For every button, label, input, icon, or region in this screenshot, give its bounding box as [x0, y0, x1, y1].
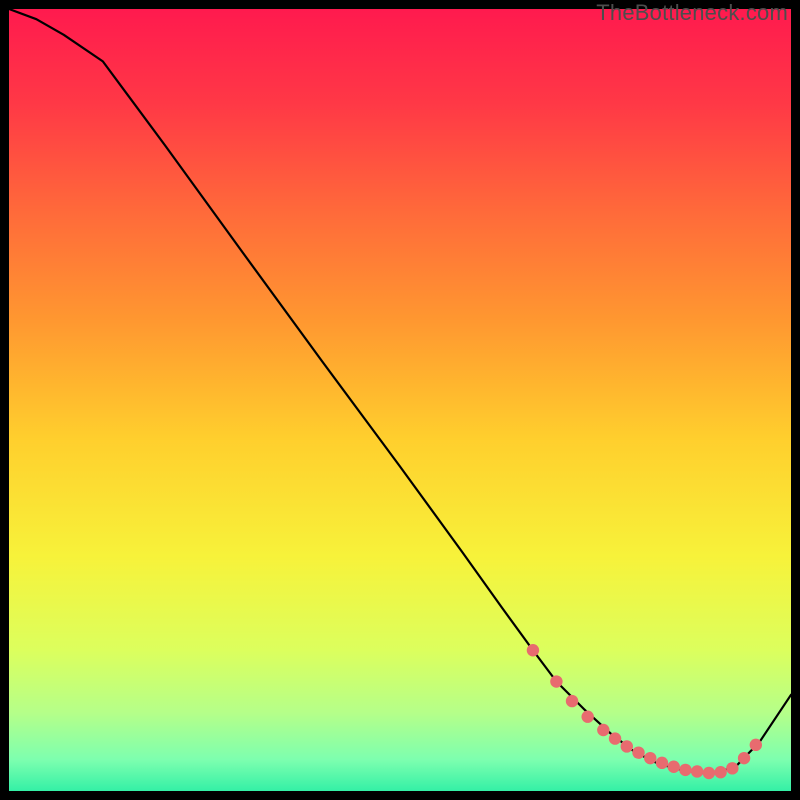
chart-container: TheBottleneck.com	[0, 0, 800, 800]
watermark-text: TheBottleneck.com	[596, 0, 788, 26]
chart-svg	[9, 9, 791, 791]
background-rect	[9, 9, 791, 791]
highlight-dot	[609, 732, 621, 744]
highlight-dot	[703, 767, 715, 779]
highlight-dot	[621, 740, 633, 752]
highlight-dot	[668, 761, 680, 773]
highlight-dot	[656, 757, 668, 769]
highlight-dot	[750, 739, 762, 751]
highlight-dot	[714, 766, 726, 778]
highlight-dot	[550, 675, 562, 687]
highlight-dot	[679, 764, 691, 776]
highlight-dot	[644, 752, 656, 764]
plot-area	[9, 9, 791, 791]
highlight-dot	[632, 746, 644, 758]
highlight-dot	[726, 762, 738, 774]
highlight-dot	[581, 711, 593, 723]
highlight-dot	[691, 765, 703, 777]
highlight-dot	[738, 752, 750, 764]
highlight-dot	[527, 644, 539, 656]
highlight-dot	[566, 695, 578, 707]
highlight-dot	[597, 724, 609, 736]
